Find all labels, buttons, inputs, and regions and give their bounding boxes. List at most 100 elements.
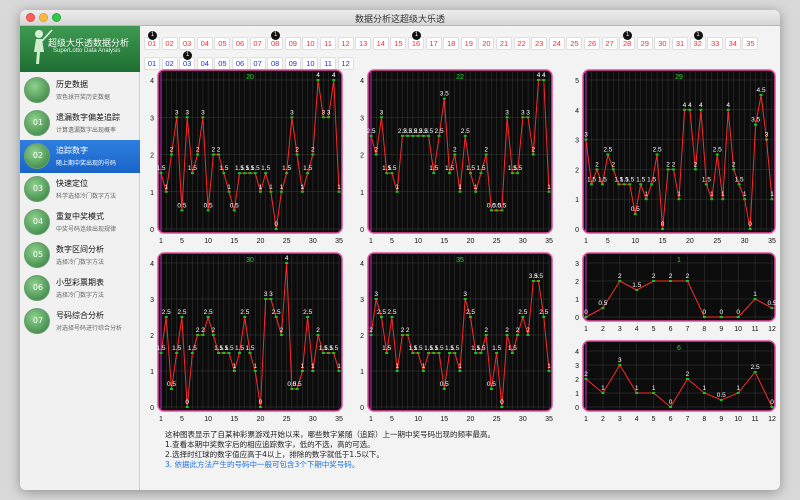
data-point	[258, 190, 262, 193]
front-number-31[interactable]: 31	[672, 37, 688, 50]
data-label: 0	[736, 309, 740, 316]
chart-title: 35	[456, 257, 464, 264]
sidebar-item-subtitle: 对选择号码进行综合分析	[56, 325, 123, 332]
golfer-icon	[34, 29, 53, 64]
data-point	[479, 172, 483, 175]
data-label: 3	[327, 109, 331, 116]
x-tick-label: 30	[519, 238, 527, 245]
data-point	[279, 334, 283, 336]
data-point	[432, 352, 436, 354]
front-number-17[interactable]: 17	[425, 37, 442, 50]
front-number-20[interactable]: 20	[478, 37, 495, 50]
data-point	[479, 352, 483, 354]
sidebar-item-6[interactable]: 05 数字区间分析 选择冷门数字方法	[20, 239, 140, 272]
data-point	[211, 334, 215, 336]
x-tick-label: 30	[309, 238, 317, 245]
data-label: 3	[201, 109, 205, 116]
front-number-15[interactable]: 15	[390, 37, 407, 50]
x-tick-label: 6	[669, 326, 673, 333]
data-label: 1.5	[329, 345, 338, 352]
chart-title: 22	[456, 74, 464, 81]
y-tick-label: 3	[150, 115, 154, 122]
x-tick-label: 35	[335, 416, 343, 423]
x-tick-label: 20	[467, 416, 475, 423]
data-point	[453, 352, 457, 354]
data-point	[159, 352, 163, 354]
data-label: 2	[694, 161, 698, 168]
data-point	[702, 392, 706, 394]
data-label: 1	[474, 184, 478, 191]
sidebar-item-3[interactable]: 02 追踪数字 随上期中奖出现的号码	[20, 140, 140, 173]
sidebar-item-8[interactable]: 07 号码综合分析 对选择号码进行综合分析	[20, 305, 140, 338]
data-label: 1	[547, 363, 551, 370]
front-number-30[interactable]: 30	[654, 37, 671, 50]
sidebar-item-subtitle: 双色球开奖历史数据	[56, 94, 111, 101]
sidebar-item-4[interactable]: 03 快速定位 科学选择冷门数字方法	[20, 173, 140, 206]
data-point	[164, 190, 168, 193]
data-label: 3	[521, 109, 525, 116]
title-bar: 数据分析这超级大乐透	[20, 10, 780, 26]
front-number-24[interactable]: 24	[548, 37, 565, 50]
data-point	[672, 168, 676, 171]
data-label: 1.5	[235, 345, 244, 352]
data-point	[589, 183, 593, 186]
data-label: 4.5	[757, 87, 766, 94]
data-label: 1	[269, 184, 273, 191]
data-point	[748, 228, 752, 230]
sidebar-item-7[interactable]: 06 小型彩票期表 选择冷门数字方法	[20, 272, 140, 305]
data-label: 1	[710, 191, 714, 198]
data-label: 1	[703, 385, 707, 392]
front-number-06[interactable]: 06	[232, 37, 248, 50]
front-number-27[interactable]: 27	[601, 37, 618, 50]
data-point	[468, 316, 472, 318]
data-label: 1	[753, 291, 757, 298]
front-number-21[interactable]: 21	[496, 37, 512, 50]
data-point	[677, 198, 681, 201]
sidebar-item-5[interactable]: 04 重复中奖模式 中奖号码连续出现规律	[20, 206, 140, 239]
front-number-33[interactable]: 33	[707, 37, 724, 50]
front-number-03[interactable]: 03	[179, 37, 196, 50]
data-label: 1	[547, 184, 551, 191]
data-point	[264, 172, 268, 175]
x-tick-label: 11	[751, 416, 758, 423]
front-number-12[interactable]: 12	[337, 37, 354, 50]
front-number-14[interactable]: 14	[372, 37, 389, 50]
front-number-25[interactable]: 25	[566, 37, 583, 50]
data-point	[655, 153, 659, 156]
sidebar-item-2[interactable]: 01 遗漏数字偏差追踪 计算遗漏数字出现概率	[20, 107, 140, 140]
data-point	[600, 183, 604, 186]
front-number-23[interactable]: 23	[531, 37, 548, 50]
front-number-05[interactable]: 05	[214, 37, 231, 50]
data-point	[306, 316, 310, 318]
data-point	[175, 352, 179, 354]
x-tick-label: 20	[257, 238, 265, 245]
front-number-19[interactable]: 19	[460, 37, 477, 50]
data-point	[448, 172, 452, 175]
front-number-11[interactable]: 11	[320, 37, 336, 50]
data-point	[584, 378, 588, 380]
x-tick-label: 5	[606, 238, 610, 245]
data-point	[495, 352, 499, 354]
front-number-02[interactable]: 02	[161, 37, 178, 50]
sidebar-item-subtitle: 选择冷门数字方法	[56, 259, 105, 266]
front-number-07[interactable]: 07	[249, 37, 266, 50]
front-number-09[interactable]: 09	[284, 37, 301, 50]
data-label: 1.5	[225, 345, 234, 352]
front-number-34[interactable]: 34	[724, 37, 741, 50]
front-number-04[interactable]: 04	[196, 37, 213, 50]
front-number-26[interactable]: 26	[584, 37, 600, 50]
front-number-29[interactable]: 29	[636, 37, 653, 50]
data-point	[164, 316, 168, 318]
sidebar-item-1[interactable]: 历史数据 双色球开奖历史数据	[20, 74, 140, 107]
front-number-18[interactable]: 18	[443, 37, 460, 50]
data-label: 3.5	[440, 91, 449, 98]
front-number-13[interactable]: 13	[355, 37, 372, 50]
front-number-35[interactable]: 35	[742, 37, 759, 50]
front-number-10[interactable]: 10	[302, 37, 319, 50]
data-label: 1	[253, 363, 257, 370]
data-point	[379, 316, 383, 318]
data-point	[682, 108, 686, 111]
front-number-22[interactable]: 22	[513, 37, 530, 50]
window-title: 数据分析这超级大乐透	[354, 15, 445, 25]
data-point	[489, 388, 493, 390]
